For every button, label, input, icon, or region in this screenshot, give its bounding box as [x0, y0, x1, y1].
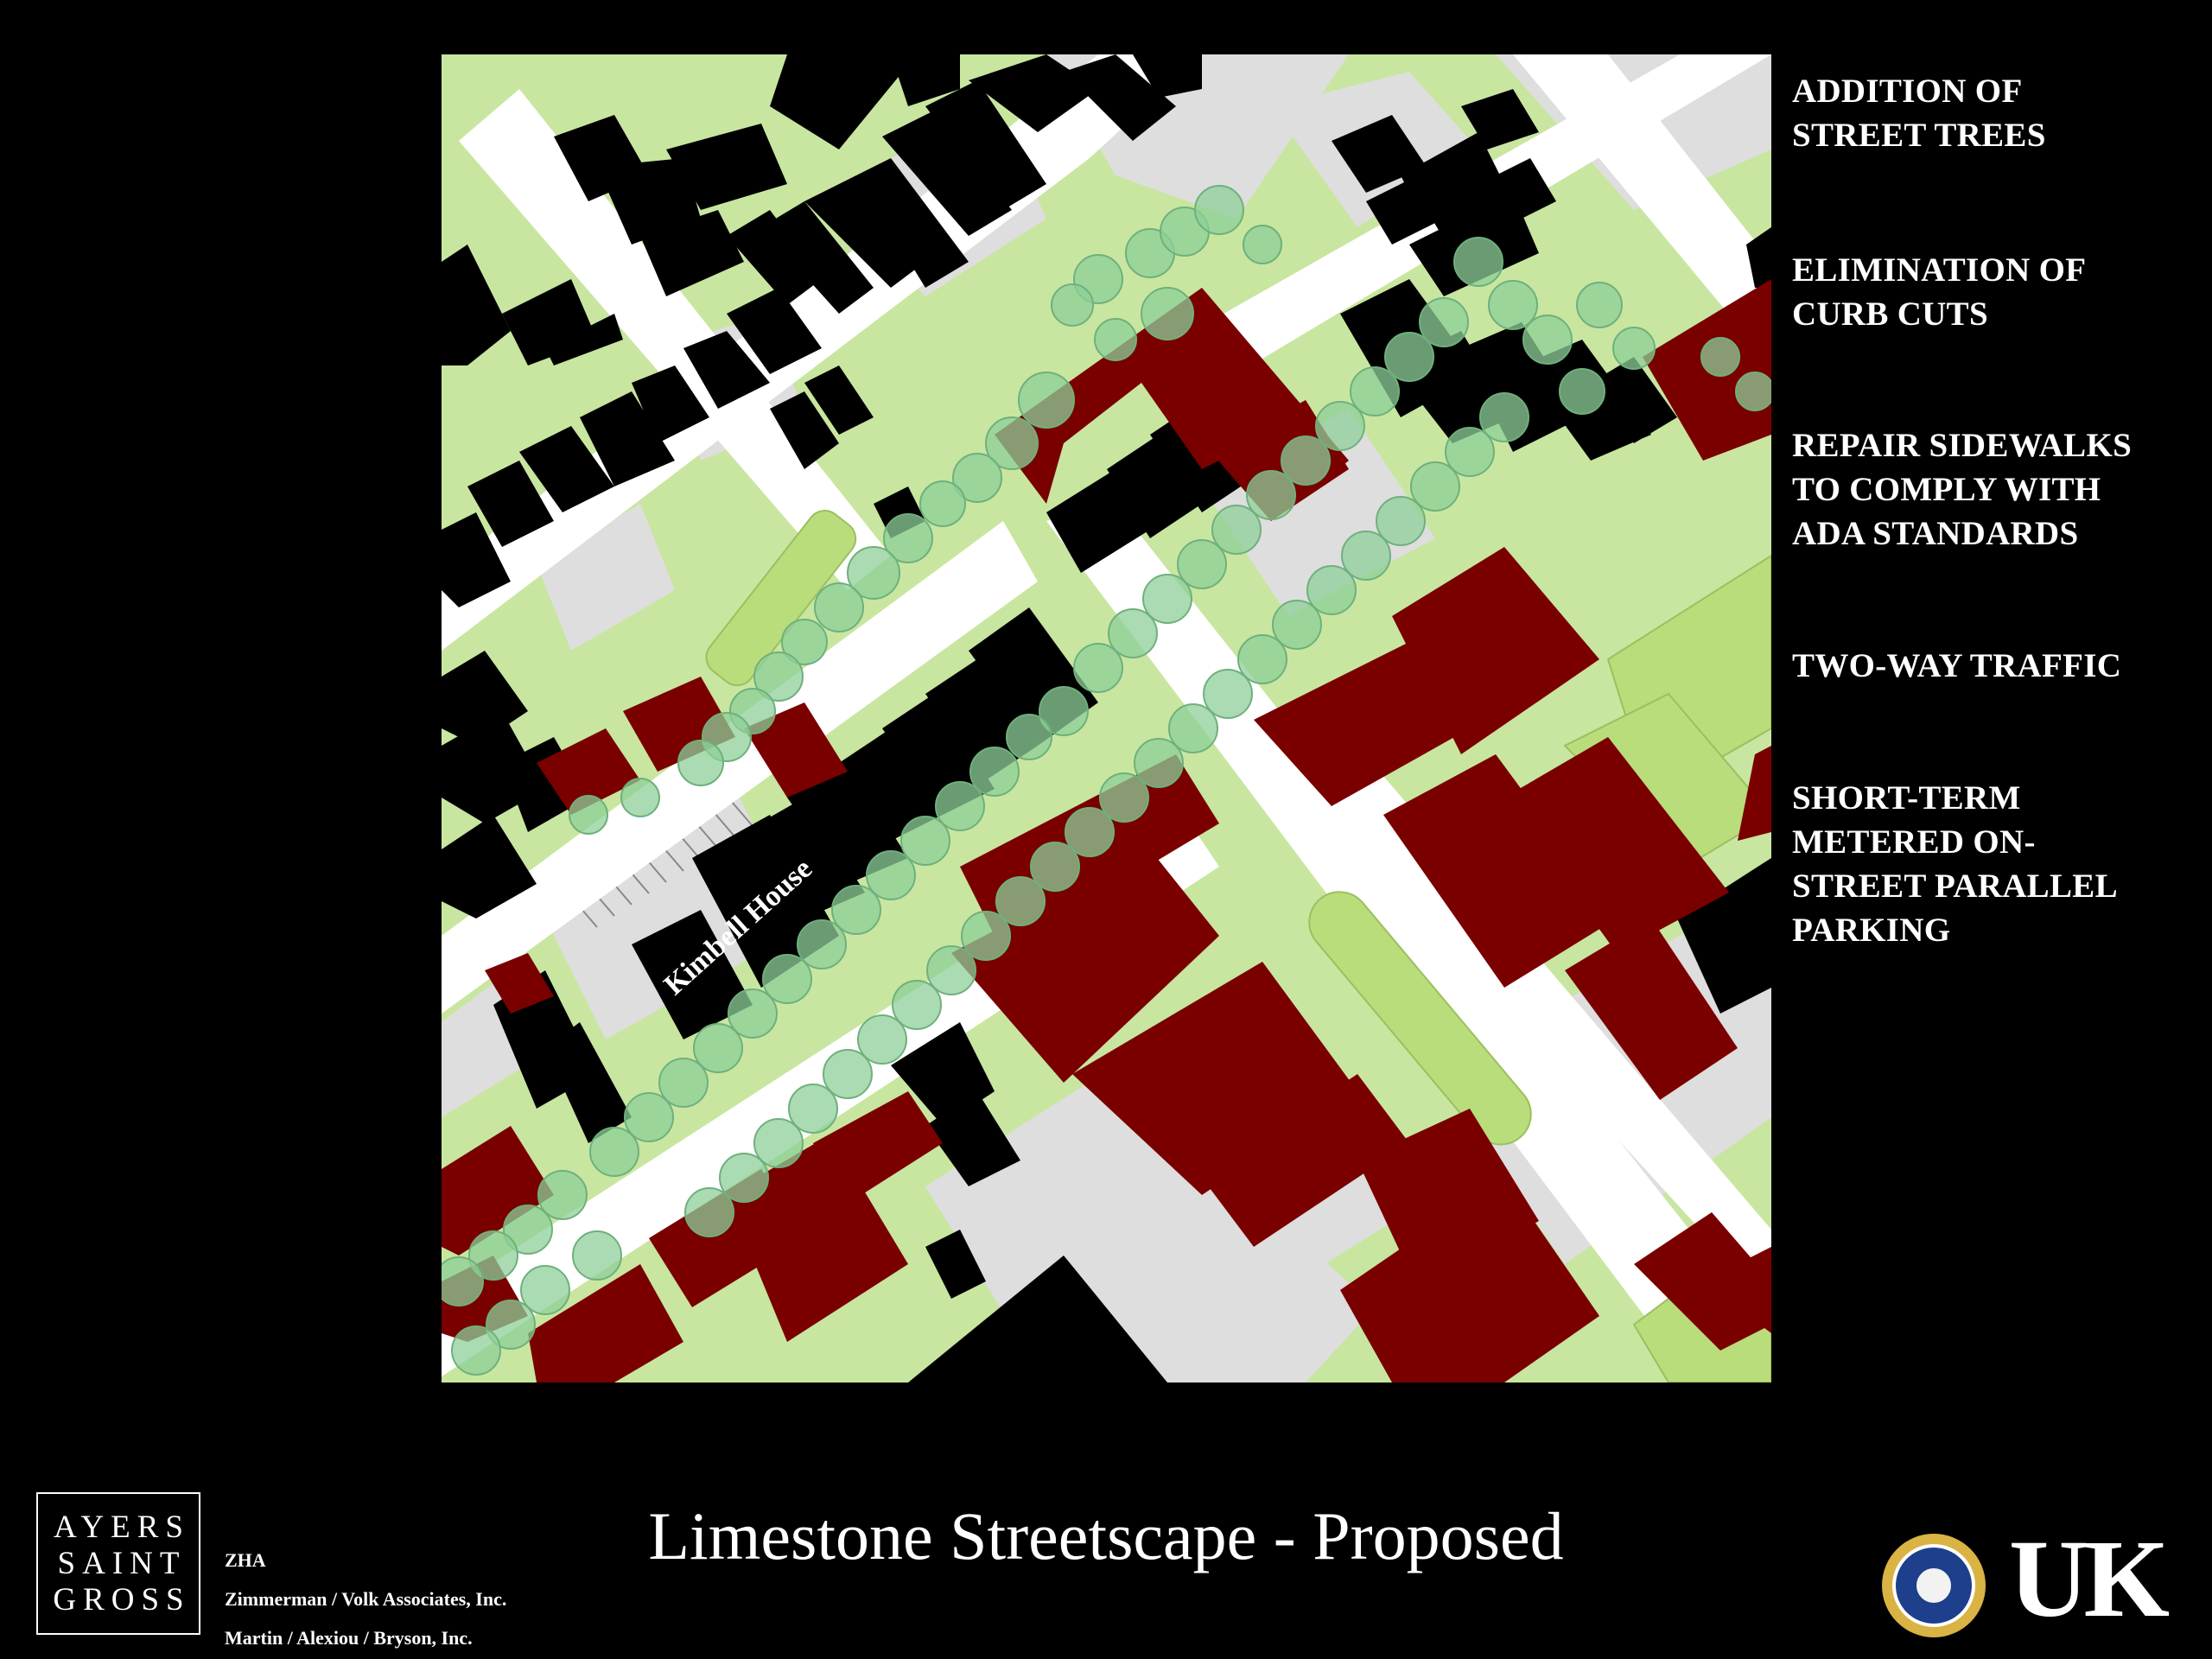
ayers-saint-gross-logo: AYERS SAINT GROSS [36, 1492, 200, 1635]
logo-line-1: AYERS [54, 1509, 190, 1545]
page-title: Limestone Streetscape - Proposed [648, 1498, 1564, 1573]
logo-line-2: SAINT [57, 1545, 187, 1581]
bullet-two-way-traffic: TWO-WAY TRAFFIC [1792, 647, 2122, 684]
credits: ZHA Zimmerman / Volk Associates, Inc. Ma… [225, 1541, 506, 1657]
credit-zha: ZHA [225, 1549, 266, 1571]
map-svg: Kimbell House [442, 54, 1771, 1382]
bullet-street-trees: ADDITION OF STREET TREES [1792, 73, 2046, 154]
bullet-sidewalks: REPAIR SIDEWALKS TO COMPLY WITH ADA STAN… [1792, 427, 2133, 552]
uk-logo: UK [2009, 1517, 2170, 1640]
logo-line-3: GROSS [53, 1581, 191, 1618]
lexington-fayette-urban-county-seal-icon [1882, 1534, 1986, 1637]
site-plan-map: Kimbell House [442, 54, 1771, 1382]
credit-martin-alexiou-bryson: Martin / Alexiou / Bryson, Inc. [225, 1627, 473, 1649]
credit-zimmerman-volk: Zimmerman / Volk Associates, Inc. [225, 1588, 507, 1610]
bullet-curb-cuts: ELIMINATION OF CURB CUTS [1792, 251, 2087, 333]
bullet-parking: SHORT-TERM METERED ON- STREET PARALLEL P… [1792, 779, 2118, 949]
